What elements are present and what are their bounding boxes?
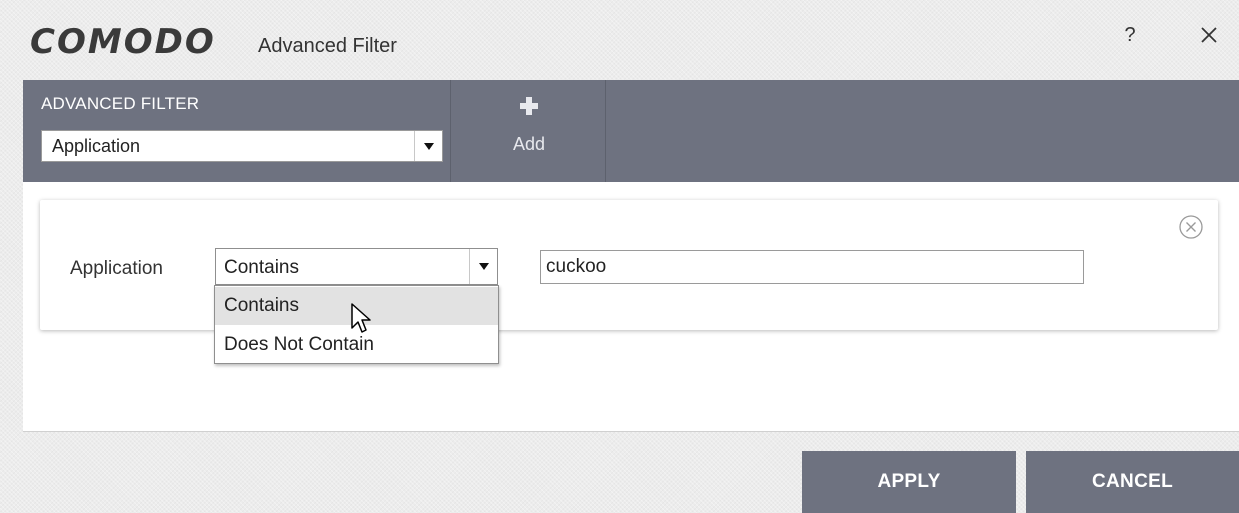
close-button[interactable] <box>1192 18 1226 52</box>
filter-value-input[interactable] <box>540 250 1084 284</box>
cancel-button[interactable]: CANCEL <box>1026 451 1239 513</box>
dropdown-arrow-icon[interactable] <box>414 131 442 161</box>
filter-type-value: Application <box>52 136 141 156</box>
remove-circle-icon <box>1179 215 1203 239</box>
plus-icon <box>520 97 538 115</box>
filter-type-select[interactable]: Application <box>41 130 443 162</box>
filter-rules-panel: Application Contains <box>23 182 1239 432</box>
apply-button[interactable]: APPLY <box>802 451 1016 513</box>
condition-value: Contains <box>224 257 299 278</box>
add-filter-button[interactable]: Add <box>452 80 606 182</box>
add-label: Add <box>512 134 546 154</box>
close-icon <box>1201 27 1217 43</box>
title-bar: COMODO Advanced Filter ? <box>0 0 1239 80</box>
rule-field-label: Application <box>70 258 163 279</box>
comodo-logo: COMODO <box>30 22 216 62</box>
advanced-filter-section: ADVANCED FILTER Application <box>23 80 451 182</box>
window-title: Advanced Filter <box>258 35 397 57</box>
dropdown-arrow-icon[interactable] <box>469 249 497 284</box>
mouse-pointer-icon <box>351 303 371 333</box>
remove-rule-button[interactable] <box>1178 214 1204 240</box>
help-button[interactable]: ? <box>1118 20 1142 50</box>
condition-select[interactable]: Contains <box>215 248 498 285</box>
advanced-filter-label: ADVANCED FILTER <box>41 94 200 113</box>
filter-toolbar: ADVANCED FILTER Application Add <box>23 80 1239 182</box>
